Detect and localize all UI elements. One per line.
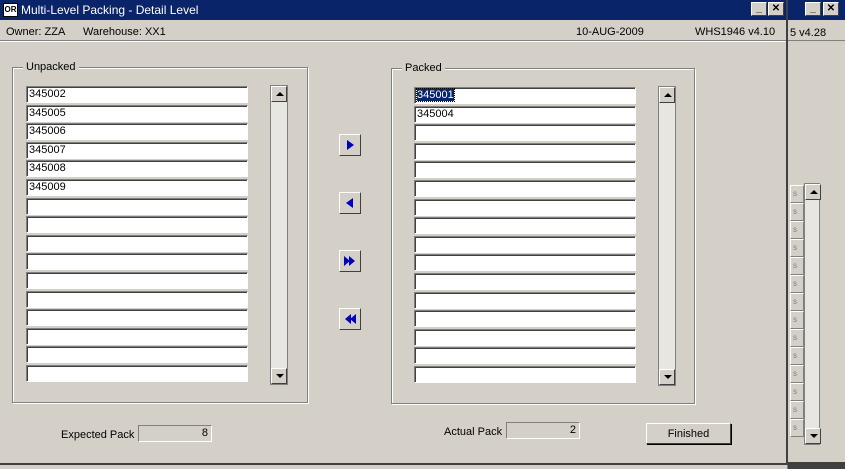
- packed-item-field[interactable]: 345001: [414, 87, 636, 104]
- move-all-right-button[interactable]: [339, 250, 361, 272]
- packing-window: OR Multi-Level Packing - Detail Level _ …: [0, 0, 788, 465]
- background-bottom-edge: [788, 462, 845, 469]
- background-scroll-up-button[interactable]: [805, 184, 821, 200]
- unpacked-item-field[interactable]: [26, 197, 248, 215]
- unpacked-item-field[interactable]: 345005: [26, 104, 248, 122]
- expected-pack-value: 8: [138, 425, 212, 442]
- packed-item-field[interactable]: [414, 198, 636, 216]
- actual-pack-value: 2: [506, 422, 580, 439]
- unpacked-scroll-up-button[interactable]: [271, 86, 287, 102]
- unpacked-item-field[interactable]: 345009: [26, 179, 248, 196]
- app-icon: OR: [3, 3, 18, 17]
- arrow-left-icon: [346, 198, 353, 208]
- unpacked-item-field-value: 345009: [29, 181, 66, 193]
- scroll-down-icon: [664, 375, 672, 379]
- arrow-right-icon: [347, 140, 354, 150]
- scroll-down-icon: [276, 374, 284, 378]
- packed-item-field-value: 345004: [417, 107, 454, 120]
- packed-item-field[interactable]: [414, 124, 636, 142]
- move-all-left-button[interactable]: [339, 308, 361, 330]
- packed-item-field[interactable]: [414, 254, 636, 272]
- unpacked-item-field[interactable]: [26, 290, 248, 308]
- packed-group: Packed 345001 345004: [391, 62, 695, 404]
- unpacked-item-field[interactable]: [26, 309, 248, 327]
- packed-item-field[interactable]: [414, 180, 636, 197]
- window-title: Multi-Level Packing - Detail Level: [21, 3, 199, 17]
- packed-item-field[interactable]: [414, 161, 636, 179]
- background-minimize-button[interactable]: _: [805, 2, 821, 16]
- actual-pack-label: Actual Pack: [444, 426, 503, 438]
- unpacked-item-field[interactable]: [26, 346, 248, 364]
- packed-item-field[interactable]: [414, 328, 636, 346]
- background-titlebar: _ ✕: [788, 0, 845, 20]
- packed-item-field[interactable]: [414, 235, 636, 253]
- unpacked-item-field[interactable]: 345007: [26, 141, 248, 159]
- info-bar: Owner: ZZA Warehouse: XX1 10-AUG-2009 WH…: [0, 23, 786, 41]
- packed-item-field[interactable]: [414, 217, 636, 235]
- unpacked-item-field[interactable]: [26, 365, 248, 382]
- double-arrow-left-icon: [345, 314, 356, 324]
- background-scrollbar[interactable]: [804, 183, 821, 445]
- unpacked-item-field[interactable]: [26, 272, 248, 289]
- expected-pack-label: Expected Pack: [61, 429, 135, 441]
- background-scroll-down-button[interactable]: [805, 428, 821, 444]
- unpacked-item-field[interactable]: [26, 253, 248, 271]
- packed-scrollbar[interactable]: [658, 86, 676, 386]
- unpacked-item-field[interactable]: [26, 234, 248, 252]
- unpacked-item-field-value: 345006: [29, 125, 66, 138]
- owner-text: Owner: ZZA: [6, 26, 66, 38]
- packed-label: Packed: [402, 62, 445, 74]
- unpacked-group: Unpacked 345002 345005 345006 345007 345008 3…: [12, 61, 308, 403]
- unpacked-scrollbar[interactable]: [270, 85, 288, 385]
- titlebar: OR Multi-Level Packing - Detail Level _ …: [0, 0, 786, 20]
- unpacked-scroll-down-button[interactable]: [271, 368, 287, 384]
- move-left-button[interactable]: [339, 192, 361, 214]
- unpacked-label: Unpacked: [23, 61, 79, 73]
- packed-item-field[interactable]: [414, 273, 636, 290]
- packed-item-field[interactable]: [414, 366, 636, 383]
- unpacked-item-field[interactable]: 345002: [26, 86, 248, 103]
- packed-item-field[interactable]: [414, 291, 636, 309]
- packed-item-field[interactable]: [414, 310, 636, 328]
- move-right-button[interactable]: [339, 134, 361, 156]
- unpacked-item-field[interactable]: [26, 327, 248, 345]
- scroll-up-icon: [276, 92, 284, 96]
- unpacked-item-field[interactable]: 345006: [26, 123, 248, 141]
- background-separator: [788, 40, 845, 41]
- packed-scroll-up-button[interactable]: [659, 87, 675, 103]
- background-column: sssssss sssssss: [790, 185, 804, 437]
- packed-item-field[interactable]: [414, 347, 636, 365]
- background-window: _ ✕ 5 v4.28 sssssss sssssss: [787, 0, 845, 469]
- double-arrow-right-icon: [344, 256, 355, 266]
- unpacked-item-field[interactable]: [26, 216, 248, 234]
- minimize-button[interactable]: _: [751, 2, 767, 16]
- packed-item-field[interactable]: [414, 142, 636, 160]
- packed-item-field-value: 345001: [416, 88, 455, 102]
- background-close-button[interactable]: ✕: [823, 2, 839, 16]
- warehouse-text: Warehouse: XX1: [83, 26, 166, 38]
- finished-button[interactable]: Finished: [646, 423, 731, 444]
- unpacked-item-field-value: 345008: [29, 162, 66, 175]
- unpacked-item-field-value: 345007: [29, 143, 66, 156]
- version-text: WHS1946 v4.10: [695, 26, 776, 38]
- unpacked-item-field-value: 345005: [29, 106, 66, 119]
- date-text: 10-AUG-2009: [576, 26, 644, 38]
- unpacked-item-field[interactable]: 345008: [26, 160, 248, 178]
- packed-scroll-down-button[interactable]: [659, 369, 675, 385]
- unpacked-item-field-value: 345002: [29, 88, 66, 100]
- close-button[interactable]: ✕: [768, 2, 784, 16]
- packed-item-field[interactable]: 345004: [414, 105, 636, 123]
- scroll-up-icon: [664, 93, 672, 97]
- background-version-text: 5 v4.28: [790, 27, 827, 39]
